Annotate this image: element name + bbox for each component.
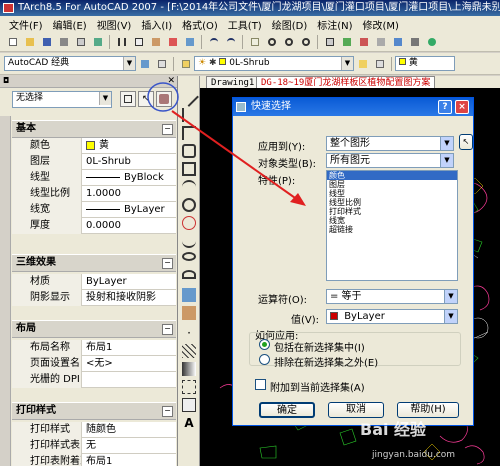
highlight-oval xyxy=(147,82,179,112)
watermark-url: jingyan.baidu.com xyxy=(372,450,456,460)
watermark-brand: Bai 经验 xyxy=(360,420,427,439)
annotation-overlay xyxy=(147,82,306,206)
red-arrow-line xyxy=(171,110,299,201)
